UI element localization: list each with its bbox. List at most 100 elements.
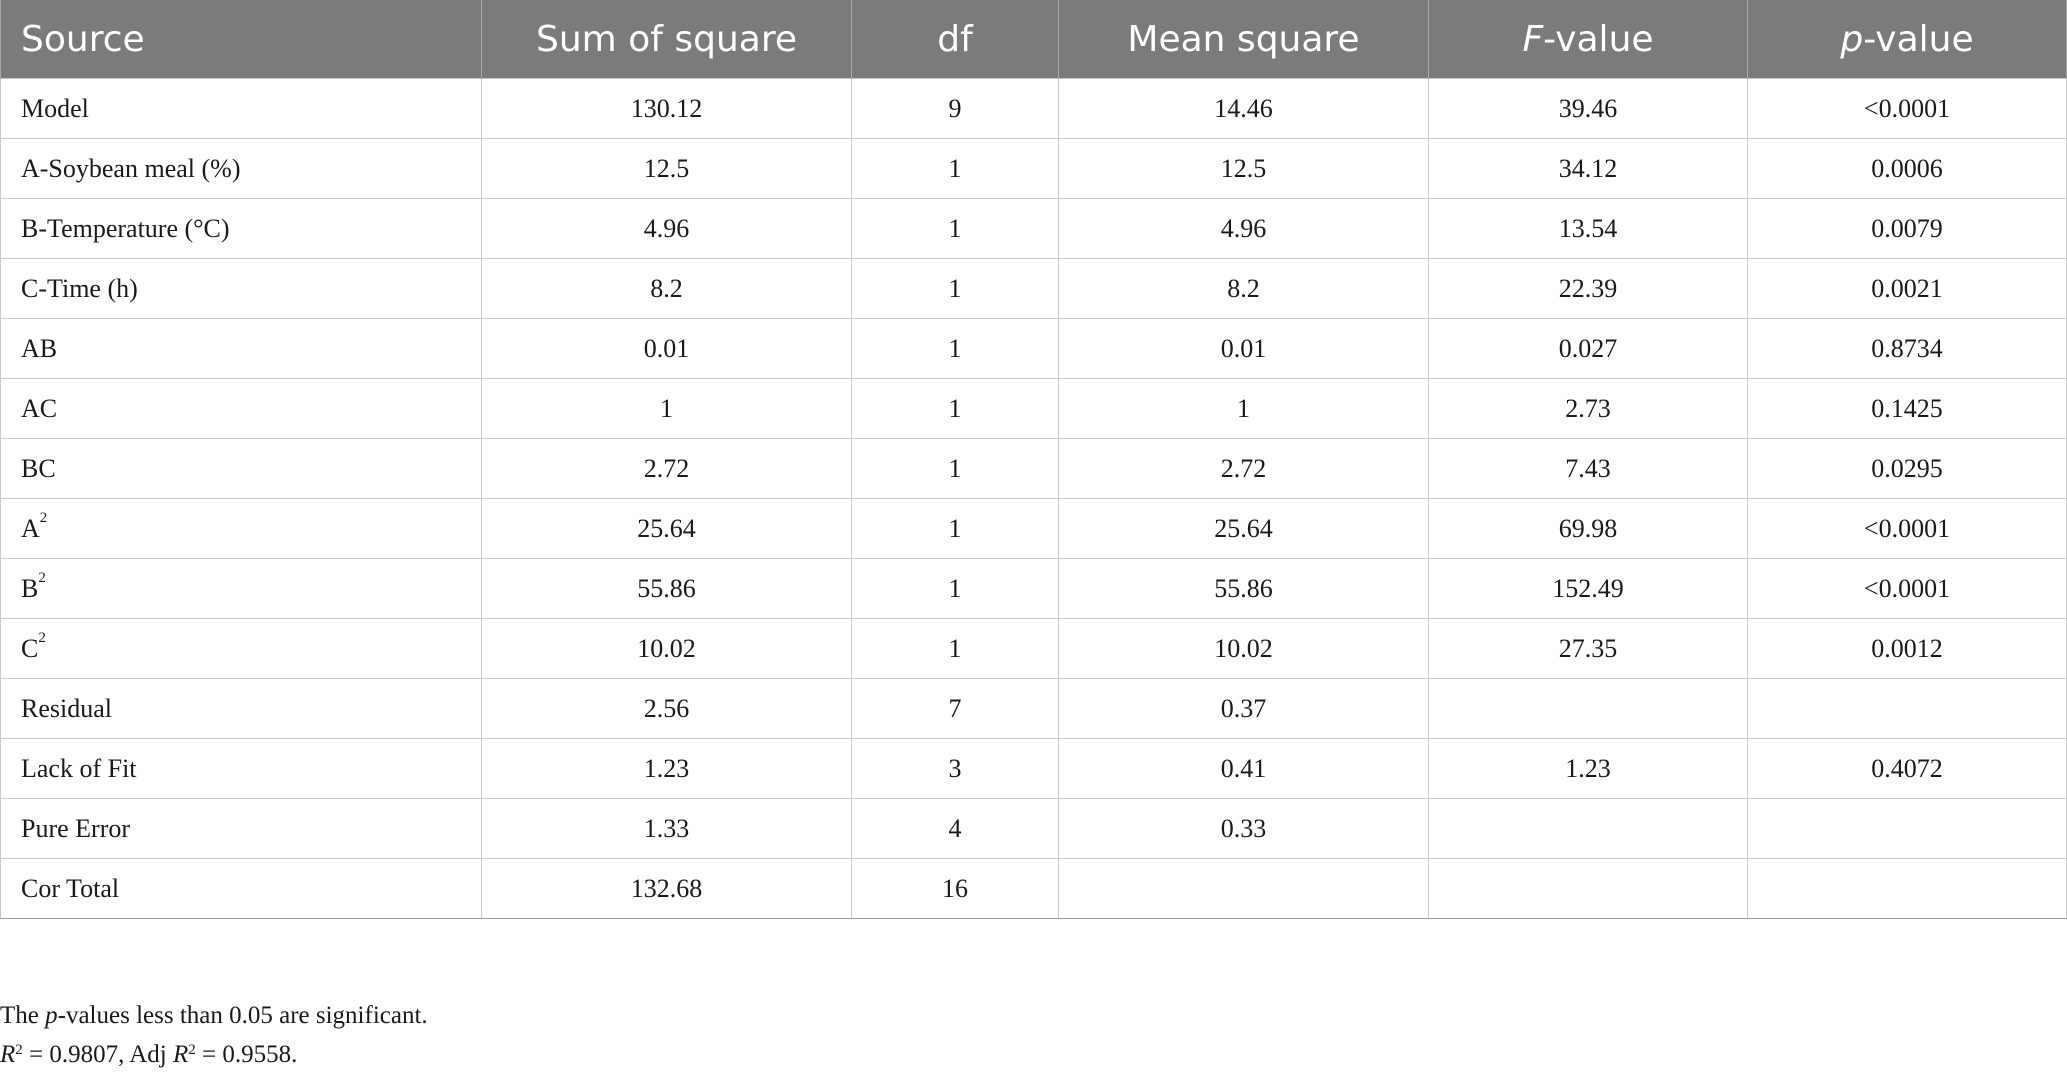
cell-sum-of-square: 130.12 <box>481 78 852 139</box>
cell-source: Residual <box>0 678 482 739</box>
cell-mean-square <box>1058 858 1429 919</box>
cell-sum-of-square: 0.01 <box>481 318 852 379</box>
cell-mean-square: 0.37 <box>1058 678 1429 739</box>
cell-sum-of-square: 10.02 <box>481 618 852 679</box>
cell-df: 3 <box>851 738 1059 799</box>
cell-f-value: 69.98 <box>1428 498 1748 559</box>
cell-f-value <box>1428 858 1748 919</box>
cell-source: Pure Error <box>0 798 482 859</box>
cell-source: A-Soybean meal (%) <box>0 138 482 199</box>
cell-df: 1 <box>851 438 1059 499</box>
cell-f-value: 2.73 <box>1428 378 1748 439</box>
cell-p-value: <0.0001 <box>1747 78 2067 139</box>
cell-p-value: 0.0079 <box>1747 198 2067 259</box>
cell-df: 1 <box>851 318 1059 379</box>
cell-source: Cor Total <box>0 858 482 919</box>
cell-source: Lack of Fit <box>0 738 482 799</box>
header-sum-of-square: Sum of square <box>481 0 852 79</box>
cell-sum-of-square: 1 <box>481 378 852 439</box>
cell-source: AC <box>0 378 482 439</box>
table-header: Source Sum of square df Mean square F-va… <box>0 0 2067 79</box>
cell-f-value <box>1428 798 1748 859</box>
table-row: B-Temperature (°C) 4.96 1 4.96 13.54 0.0079 <box>0 198 2067 259</box>
table-row: AC 1 1 1 2.73 0.1425 <box>0 378 2067 439</box>
cell-sum-of-square: 55.86 <box>481 558 852 619</box>
cell-mean-square: 8.2 <box>1058 258 1429 319</box>
table-footnotes: The p-values less than 0.05 are signific… <box>0 996 2067 1074</box>
cell-f-value: 27.35 <box>1428 618 1748 679</box>
cell-mean-square: 12.5 <box>1058 138 1429 199</box>
header-p-value: p-value <box>1747 0 2067 79</box>
superscript: 2 <box>38 629 46 646</box>
cell-sum-of-square: 132.68 <box>481 858 852 919</box>
cell-f-value: 0.027 <box>1428 318 1748 379</box>
cell-source: B2 <box>0 558 482 619</box>
cell-df: 16 <box>851 858 1059 919</box>
anova-table-container: Source Sum of square df Mean square F-va… <box>0 0 2067 919</box>
cell-p-value: 0.8734 <box>1747 318 2067 379</box>
superscript: 2 <box>38 569 46 586</box>
table-row: Cor Total 132.68 16 <box>0 858 2067 919</box>
cell-f-value <box>1428 678 1748 739</box>
cell-source: C-Time (h) <box>0 258 482 319</box>
cell-p-value: 0.0006 <box>1747 138 2067 199</box>
cell-sum-of-square: 25.64 <box>481 498 852 559</box>
cell-df: 9 <box>851 78 1059 139</box>
table-body: Model 130.12 9 14.46 39.46 <0.0001 A-Soybean m… <box>0 78 2067 919</box>
cell-f-value: 22.39 <box>1428 258 1748 319</box>
cell-mean-square: 2.72 <box>1058 438 1429 499</box>
cell-source: A2 <box>0 498 482 559</box>
cell-mean-square: 1 <box>1058 378 1429 439</box>
cell-df: 4 <box>851 798 1059 859</box>
cell-p-value: <0.0001 <box>1747 498 2067 559</box>
cell-sum-of-square: 2.72 <box>481 438 852 499</box>
cell-df: 1 <box>851 498 1059 559</box>
table-row: B2 55.86 1 55.86 152.49 <0.0001 <box>0 558 2067 619</box>
cell-sum-of-square: 2.56 <box>481 678 852 739</box>
cell-df: 1 <box>851 378 1059 439</box>
cell-f-value: 152.49 <box>1428 558 1748 619</box>
cell-df: 1 <box>851 138 1059 199</box>
table-row: Lack of Fit 1.23 3 0.41 1.23 0.4072 <box>0 738 2067 799</box>
cell-mean-square: 25.64 <box>1058 498 1429 559</box>
cell-mean-square: 0.33 <box>1058 798 1429 859</box>
cell-sum-of-square: 1.33 <box>481 798 852 859</box>
header-f-value: F-value <box>1428 0 1748 79</box>
cell-p-value <box>1747 798 2067 859</box>
table-row: AB 0.01 1 0.01 0.027 0.8734 <box>0 318 2067 379</box>
header-source: Source <box>0 0 482 79</box>
cell-p-value: 0.0295 <box>1747 438 2067 499</box>
cell-sum-of-square: 12.5 <box>481 138 852 199</box>
cell-df: 7 <box>851 678 1059 739</box>
cell-mean-square: 55.86 <box>1058 558 1429 619</box>
table-row: BC 2.72 1 2.72 7.43 0.0295 <box>0 438 2067 499</box>
footnote-significance: The p-values less than 0.05 are signific… <box>0 1002 428 1029</box>
cell-df: 1 <box>851 198 1059 259</box>
cell-f-value: 39.46 <box>1428 78 1748 139</box>
cell-source: Model <box>0 78 482 139</box>
cell-mean-square: 0.41 <box>1058 738 1429 799</box>
table-row: Model 130.12 9 14.46 39.46 <0.0001 <box>0 78 2067 139</box>
cell-p-value: 0.1425 <box>1747 378 2067 439</box>
cell-df: 1 <box>851 258 1059 319</box>
header-df: df <box>851 0 1059 79</box>
cell-p-value: 0.0012 <box>1747 618 2067 679</box>
cell-source: B-Temperature (°C) <box>0 198 482 259</box>
cell-f-value: 1.23 <box>1428 738 1748 799</box>
cell-mean-square: 4.96 <box>1058 198 1429 259</box>
header-row: Source Sum of square df Mean square F-va… <box>0 0 2067 79</box>
cell-f-value: 34.12 <box>1428 138 1748 199</box>
table-row: C-Time (h) 8.2 1 8.2 22.39 0.0021 <box>0 258 2067 319</box>
cell-p-value: 0.4072 <box>1747 738 2067 799</box>
cell-p-value <box>1747 858 2067 919</box>
cell-p-value: 0.0021 <box>1747 258 2067 319</box>
table-row: C2 10.02 1 10.02 27.35 0.0012 <box>0 618 2067 679</box>
cell-mean-square: 0.01 <box>1058 318 1429 379</box>
cell-sum-of-square: 4.96 <box>481 198 852 259</box>
cell-mean-square: 14.46 <box>1058 78 1429 139</box>
anova-table: Source Sum of square df Mean square F-va… <box>0 0 2067 919</box>
table-row: A2 25.64 1 25.64 69.98 <0.0001 <box>0 498 2067 559</box>
cell-p-value <box>1747 678 2067 739</box>
cell-sum-of-square: 1.23 <box>481 738 852 799</box>
cell-source: AB <box>0 318 482 379</box>
